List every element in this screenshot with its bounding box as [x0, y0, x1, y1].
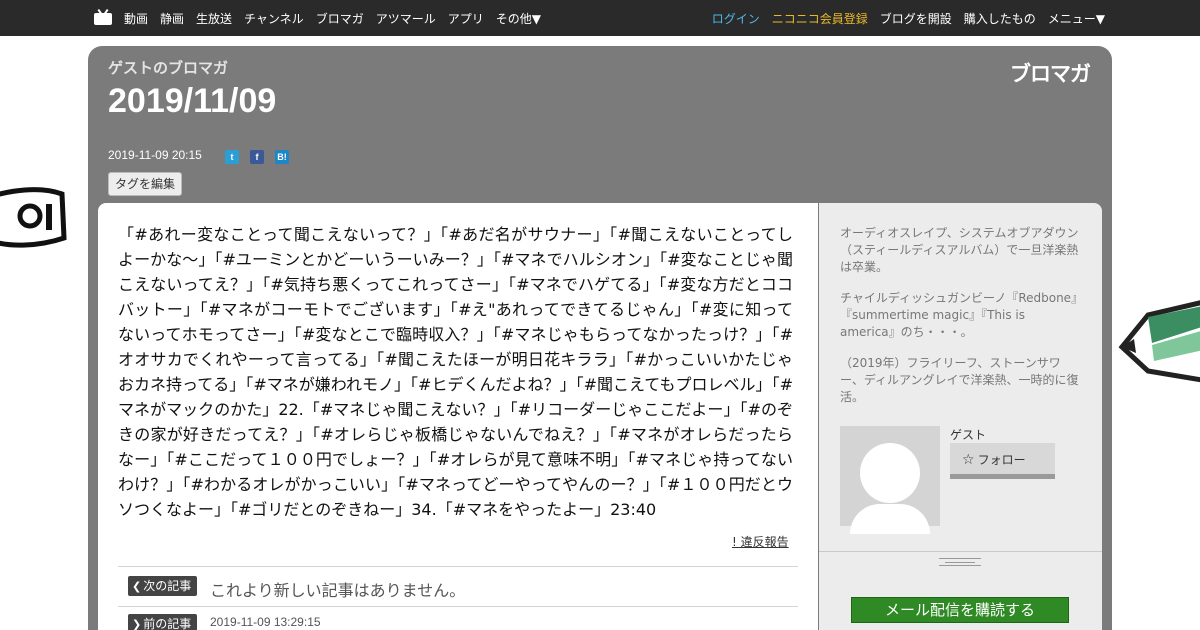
niconico-tv-icon[interactable]: [94, 8, 112, 25]
nav-left: 動画 静画 生放送 チャンネル ブロマガ アツマール アプリ その他▼: [124, 0, 553, 36]
post-date: 2019-11-09 20:15: [108, 148, 202, 162]
nav-item-live[interactable]: 生放送: [196, 10, 232, 27]
prev-article-button[interactable]: ❯ 前の記事: [128, 614, 198, 630]
hatena-bookmark-icon[interactable]: B!: [275, 150, 289, 164]
next-article-button[interactable]: ❮ 次の記事: [128, 576, 198, 596]
chevron-right-icon: ❯: [132, 618, 142, 630]
follow-button[interactable]: ☆ フォロー: [950, 443, 1055, 479]
avatar[interactable]: [840, 426, 940, 534]
nav-right: ログイン ニコニコ会員登録 ブログを開設 購入したもの メニュー▼: [700, 0, 1105, 36]
next-article-message: これより新しい記事はありません。: [210, 581, 466, 600]
background-pencil-doodle: [1118, 300, 1200, 383]
facebook-icon[interactable]: f: [250, 150, 264, 164]
prev-article-date[interactable]: 2019-11-09 13:29:15: [210, 615, 321, 629]
nav-item-app[interactable]: アプリ: [448, 10, 484, 27]
nav-item-seiga[interactable]: 静画: [160, 10, 184, 27]
profile-text-3: （2019年）フライリーフ、ストーンサワー、ディルアングレイで洋楽熱、一時的に復…: [840, 356, 1079, 404]
sidebar: オーディオスレイプ、システムオブアダウン（スティールディスアルバム）で一旦洋楽熱…: [819, 203, 1102, 630]
nav-item-other[interactable]: その他▼: [496, 10, 541, 27]
nav-item-channel[interactable]: チャンネル: [244, 10, 304, 27]
nav-item-video[interactable]: 動画: [124, 10, 148, 27]
divider: [118, 606, 798, 607]
chevron-left-icon: ❮: [132, 580, 142, 593]
nav-item-atsumaru[interactable]: アツマール: [376, 10, 436, 27]
nav-item-blomaga[interactable]: ブロマガ: [316, 10, 364, 27]
login-link[interactable]: ログイン: [712, 10, 760, 27]
report-link[interactable]: ! 違反報告: [732, 533, 789, 550]
tag-edit-button[interactable]: タグを編集: [108, 172, 183, 196]
divider: [819, 551, 1102, 552]
menu-link[interactable]: メニュー▼: [1048, 10, 1105, 27]
top-nav-bar: 動画 静画 生放送 チャンネル ブロマガ アツマール アプリ その他▼ ログイン…: [0, 0, 1200, 36]
collapse-handle-icon[interactable]: [939, 558, 981, 566]
background-doodle-left: [0, 187, 67, 248]
blog-owner-name[interactable]: ゲストのブロマガ: [108, 57, 228, 78]
article-text: 「#あれー変なことって聞こえないって？」「#あだ名がサウナー」「#聞こえないこと…: [118, 225, 793, 519]
star-icon: ☆: [962, 452, 975, 468]
article-body: 「#あれー変なことって聞こえないって？」「#あだ名がサウナー」「#聞こえないこと…: [98, 203, 818, 630]
user-name[interactable]: ゲスト: [950, 426, 986, 443]
profile-text-1: オーディオスレイプ、システムオブアダウン（スティールディスアルバム）で一旦洋楽熱…: [840, 226, 1079, 274]
divider: [118, 566, 798, 567]
open-blog-link[interactable]: ブログを開設: [880, 10, 952, 27]
twitter-icon[interactable]: t: [225, 150, 239, 164]
blomaga-logo[interactable]: ブロマガ: [1010, 58, 1091, 88]
profile-text-2: チャイルディッシュガンビーノ『Redbone』『summertime magic…: [840, 291, 1078, 339]
page-title: 2019/11/09: [108, 82, 277, 120]
subscribe-button[interactable]: メール配信を購読する: [851, 597, 1069, 623]
purchased-link[interactable]: 購入したもの: [964, 10, 1036, 27]
register-link[interactable]: ニコニコ会員登録: [772, 10, 868, 27]
